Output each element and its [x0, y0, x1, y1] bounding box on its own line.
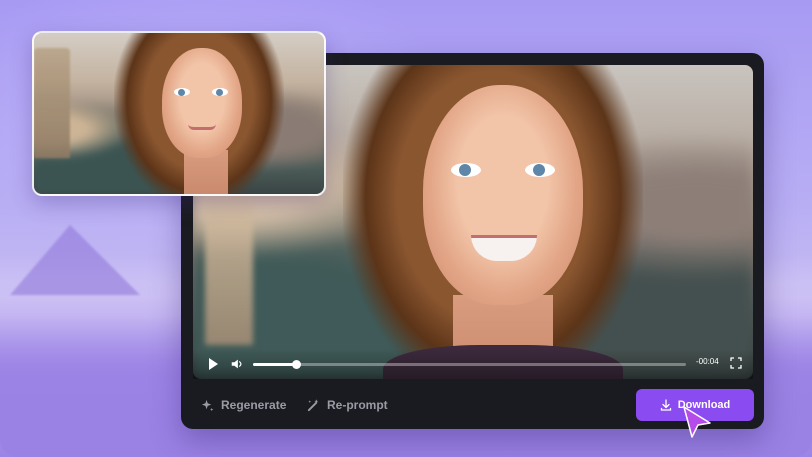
portrait-face [423, 85, 583, 305]
source-image-thumbnail [32, 31, 326, 196]
thumbnail-left-eye [174, 88, 190, 96]
thumbnail-smile [188, 124, 216, 130]
play-button[interactable] [207, 358, 219, 370]
thumbnail-background-tower [34, 48, 70, 158]
sparkle-icon [201, 399, 214, 411]
progress-slider[interactable] [253, 360, 686, 369]
magic-wand-icon [307, 398, 319, 411]
video-background-tower [205, 195, 253, 345]
reprompt-label: Re-prompt [327, 398, 388, 412]
action-bar: Regenerate Re-prompt Download [181, 387, 764, 427]
background-mountain [10, 225, 140, 295]
thumbnail-portrait [114, 33, 284, 194]
regenerate-button[interactable]: Regenerate [200, 393, 286, 417]
portrait-left-eye [451, 163, 481, 177]
volume-icon [231, 359, 242, 369]
time-remaining: -00:04 [696, 357, 719, 366]
video-portrait [343, 65, 643, 379]
fullscreen-button[interactable] [730, 357, 742, 369]
fullscreen-icon [730, 357, 742, 369]
progress-fill [253, 363, 297, 366]
volume-button[interactable] [230, 357, 244, 371]
regenerate-label: Regenerate [221, 398, 287, 412]
reprompt-button[interactable]: Re-prompt [306, 393, 388, 417]
mouse-cursor [680, 405, 714, 439]
video-controls: -00:04 [193, 349, 753, 379]
thumbnail-face [162, 48, 242, 158]
portrait-right-eye [525, 163, 555, 177]
progress-knob[interactable] [292, 360, 302, 369]
thumbnail-right-eye [212, 88, 228, 96]
cursor-pointer-icon [683, 406, 711, 438]
download-icon [660, 399, 671, 411]
portrait-smile [471, 235, 537, 261]
